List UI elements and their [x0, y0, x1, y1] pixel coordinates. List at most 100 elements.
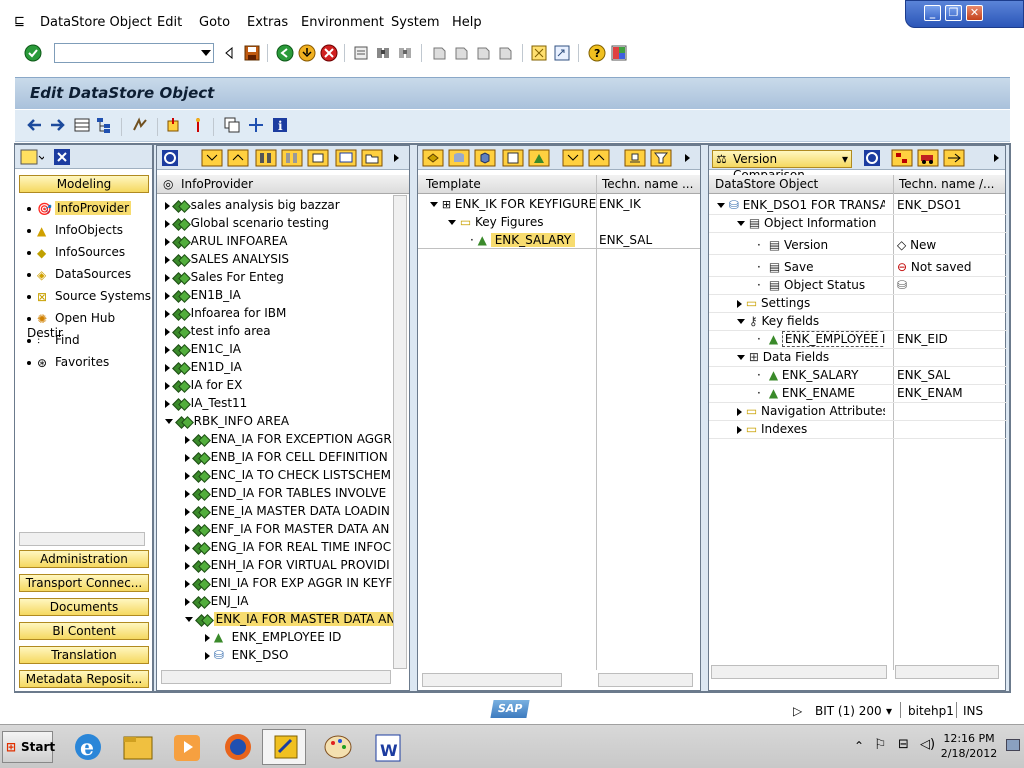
nav-find[interactable]: ⫶ Find [27, 333, 80, 348]
transport-icon[interactable] [917, 149, 939, 167]
cube-icon[interactable] [474, 149, 496, 167]
dso-row[interactable]: · ▤ Object Status [757, 276, 885, 294]
menu-datastore-object[interactable]: DataStore Object [40, 15, 152, 30]
layout-menu-icon[interactable] [610, 44, 628, 62]
print-icon[interactable] [352, 44, 370, 62]
dso-row[interactable]: ▭ Settings [737, 294, 885, 312]
refresh-icon[interactable] [161, 149, 179, 167]
infoprovider-row[interactable]: ⛁ ENK_DSO [205, 646, 288, 664]
infoprovider-row[interactable]: SALES ANALYSIS [165, 250, 289, 268]
collapsed-node-icon[interactable] [165, 381, 170, 390]
collapsed-node-icon[interactable] [165, 327, 170, 336]
template-row-key-figures[interactable]: ▭ Key Figures [448, 213, 543, 231]
collapse-icon[interactable] [588, 149, 610, 167]
collapsed-node-icon[interactable] [185, 579, 190, 588]
dso-row[interactable]: ▭ Indexes [737, 420, 885, 438]
collapsed-node-icon[interactable] [185, 489, 190, 498]
list-icon[interactable] [73, 116, 91, 134]
tree-icon[interactable] [891, 149, 913, 167]
infoprovider-row[interactable]: ENA_IA FOR EXCEPTION AGGR [185, 430, 392, 448]
check-icon[interactable] [131, 116, 149, 134]
hierarchy-icon[interactable] [95, 116, 113, 134]
collapse-icon[interactable] [227, 149, 249, 167]
expanded-node-icon[interactable] [737, 221, 745, 226]
menu-edit[interactable]: Edit [157, 15, 182, 30]
infoprovider-row[interactable]: ENI_IA FOR EXP AGGR IN KEYF [185, 574, 392, 592]
expand-icon[interactable] [201, 149, 223, 167]
infoprovider-row[interactable]: ENK_IA FOR MASTER DATA AN [185, 610, 398, 628]
menu-system[interactable]: System [391, 15, 439, 30]
start-button[interactable]: ⊞ Start [2, 731, 55, 763]
help-icon[interactable]: ? [588, 44, 606, 62]
expanded-node-icon[interactable] [185, 617, 193, 622]
show-hidden-icons-icon[interactable]: ⌃ [854, 739, 864, 753]
template-hscroll-left[interactable] [422, 673, 562, 687]
infoprovider-row[interactable]: ENG_IA FOR REAL TIME INFOC [185, 538, 391, 556]
infoprovider-row[interactable]: ENB_IA FOR CELL DEFINITION [185, 448, 388, 466]
info-icon[interactable]: i [271, 116, 289, 134]
translation-button[interactable]: Translation [19, 646, 149, 664]
find-icon[interactable] [374, 44, 392, 62]
infoprovider-row[interactable]: ▲ ENK_EMPLOYEE ID [205, 628, 341, 646]
sap-menu-icon[interactable]: ⊑ [14, 14, 25, 29]
infoprovider-row[interactable]: EN1C_IA [165, 340, 241, 358]
activate-icon[interactable] [165, 116, 183, 134]
collapsed-node-icon[interactable] [165, 363, 170, 372]
cylinder-icon[interactable] [448, 149, 470, 167]
menu-environment[interactable]: Environment [301, 15, 384, 30]
dso-row[interactable]: · ▲ ENK_ENAME [757, 384, 885, 402]
collapsed-node-icon[interactable] [185, 435, 190, 444]
shortcut-icon[interactable] [553, 44, 571, 62]
nav-datasources[interactable]: ◈ DataSources [27, 267, 131, 282]
enter-icon[interactable] [24, 44, 42, 62]
dso-hscroll-right[interactable] [895, 665, 999, 679]
word-icon[interactable]: W [366, 729, 410, 765]
collapsed-node-icon[interactable] [165, 255, 170, 264]
infoprovider-row[interactable]: ARUL INFOAREA [165, 232, 287, 250]
cancel-icon[interactable] [320, 44, 338, 62]
collapsed-node-icon[interactable] [165, 309, 170, 318]
collapsed-node-icon[interactable] [205, 633, 210, 642]
expanded-node-icon[interactable] [165, 419, 173, 424]
collapsed-node-icon[interactable] [185, 597, 190, 606]
binoculars-icon[interactable] [255, 149, 277, 167]
find-next-icon[interactable] [281, 149, 303, 167]
collapsed-node-icon[interactable] [185, 525, 190, 534]
documents-button[interactable]: Documents [19, 598, 149, 616]
more-arrow-icon[interactable] [989, 149, 1007, 167]
dso-row[interactable]: · ▲ ENK_EMPLOYEE ID [757, 330, 885, 348]
network-icon[interactable]: ⊟ [898, 737, 909, 752]
infoprovider-row[interactable]: test info area [165, 322, 271, 340]
menu-extras[interactable]: Extras [247, 15, 288, 30]
dso-row[interactable]: ▭ Navigation Attributes [737, 402, 885, 420]
ie-icon[interactable]: e [66, 729, 110, 765]
arrow-left-icon[interactable] [25, 116, 43, 134]
minimize-icon[interactable]: _ [924, 5, 941, 21]
infoprovider-row[interactable]: Global scenario testing [165, 214, 329, 232]
first-page-icon[interactable] [430, 44, 448, 62]
collapsed-node-icon[interactable] [185, 471, 190, 480]
arrow-left-small-icon[interactable] [220, 44, 238, 62]
infoprovider-row[interactable]: ENE_IA MASTER DATA LOADIN [185, 502, 390, 520]
menu-goto[interactable]: Goto [199, 15, 230, 30]
previous-page-icon[interactable] [452, 44, 470, 62]
collapsed-node-icon[interactable] [185, 543, 190, 552]
collapsed-node-icon[interactable] [165, 399, 170, 408]
explorer-icon[interactable] [116, 729, 160, 765]
close-nav-icon[interactable] [53, 148, 71, 166]
filter-icon[interactable] [650, 149, 672, 167]
collapsed-node-icon[interactable] [165, 291, 170, 300]
infoprovider-row[interactable]: ENC_IA TO CHECK LISTSCHEM [185, 466, 391, 484]
view-options-icon[interactable] [20, 148, 46, 166]
volume-icon[interactable]: ◁) [920, 737, 935, 752]
transport-connection-button[interactable]: Transport Connec... [19, 574, 149, 592]
collapsed-node-icon[interactable] [737, 425, 742, 434]
nav-infoobjects[interactable]: ▲ InfoObjects [27, 223, 123, 238]
collapsed-node-icon[interactable] [165, 201, 170, 210]
back-icon[interactable] [276, 44, 294, 62]
activate-flag-icon[interactable] [189, 116, 207, 134]
tree-settings-icon[interactable] [307, 149, 329, 167]
collapsed-node-icon[interactable] [737, 299, 742, 308]
arrow-right-icon[interactable] [49, 116, 67, 134]
dso-row[interactable]: · ▤ Save [757, 258, 885, 276]
